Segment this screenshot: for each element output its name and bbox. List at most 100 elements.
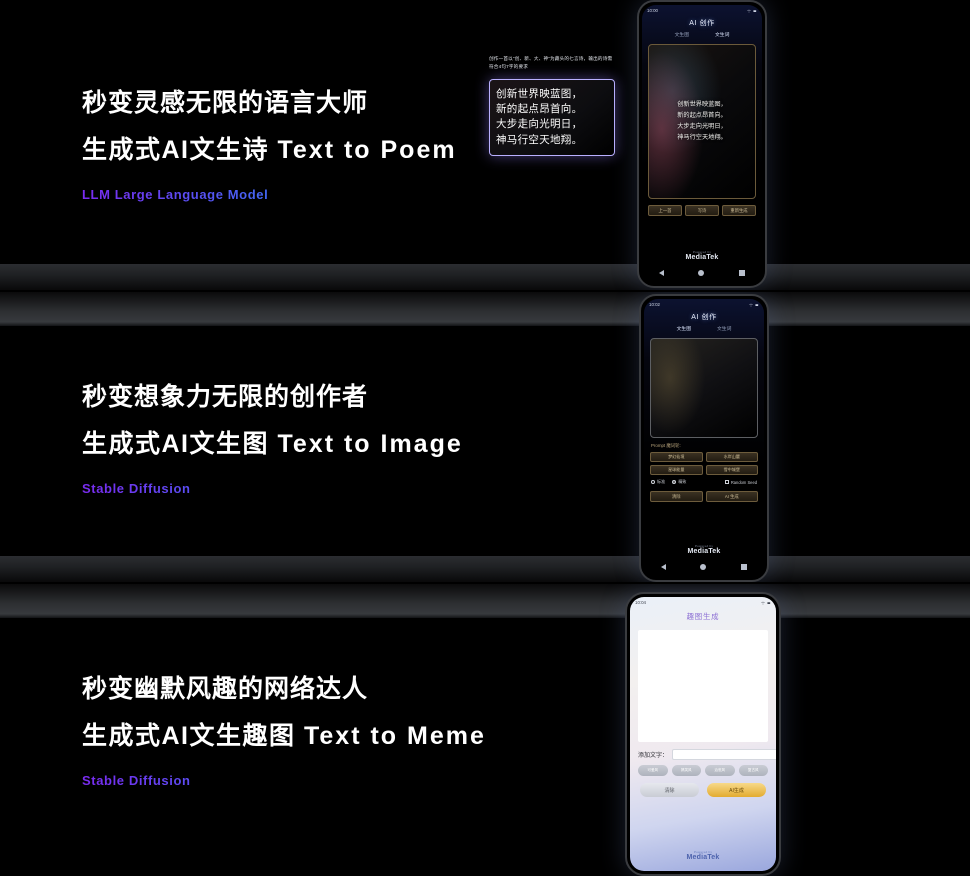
style-chip[interactable]: 治愈风 — [705, 765, 735, 776]
status-icons — [761, 601, 771, 605]
back-icon[interactable] — [661, 564, 667, 570]
status-icons — [749, 303, 759, 307]
model-tag: Stable Diffusion — [82, 773, 486, 788]
status-bar: 10:00 — [642, 5, 762, 16]
phone-screen: 10:00 AI 创作 文生图 文生词 创新世界映蓝图， 新的起点昂首向。 大步… — [642, 5, 762, 283]
tab-text-to-poem[interactable]: 文生词 — [715, 31, 729, 38]
style-chip[interactable]: 复古风 — [738, 765, 768, 776]
poem-result-box: 创新世界映蓝图， 新的起点昂首向。 大步走向光明日， 神马行空天地翔。 — [489, 78, 615, 156]
tab-text-to-poem[interactable]: 文生词 — [717, 325, 731, 332]
home-icon[interactable] — [700, 564, 707, 570]
add-text-input[interactable] — [672, 749, 776, 760]
poem-output: 创新世界映蓝图， 新的起点昂首向。 大步走向光明日， 神马行空天地翔。 — [649, 100, 755, 143]
style-chip[interactable]: 可爱风 — [638, 765, 668, 776]
headline-primary: 秒变灵感无限的语言大师 — [82, 89, 369, 117]
clear-button[interactable]: 清除 — [650, 491, 703, 502]
poem-line: 新的起点昂首向。 — [496, 103, 583, 116]
image-preview-canvas — [650, 338, 758, 438]
random-seed-checkbox[interactable]: Random Seed — [724, 480, 757, 485]
wifi-icon — [761, 601, 765, 604]
phone-screen: 10:02 AI 创作 文生图 文生词 Prompt 魔词轮: 梦幻仙境 水岸山… — [644, 299, 764, 577]
meme-action-row: 清除 AI生成 — [640, 783, 766, 797]
status-icons — [747, 9, 757, 13]
poem-output-line: 新的起点昂首向。 — [677, 111, 727, 119]
prompt-label: Prompt 魔词轮: — [651, 443, 681, 448]
brand-name: MediaTek — [685, 254, 719, 261]
clear-button[interactable]: 清除 — [640, 783, 699, 797]
preset-button[interactable]: 梦幻仙境 — [650, 452, 703, 462]
quality-radio-fine-label: 精致 — [678, 479, 687, 484]
battery-icon — [753, 9, 757, 12]
previous-poem-button[interactable]: 上一首 — [648, 205, 682, 216]
regenerate-button[interactable]: 重新生成 — [722, 205, 756, 216]
image-action-row: 清除 AI 生成 — [650, 491, 758, 502]
wifi-icon — [747, 9, 751, 12]
back-icon[interactable] — [659, 270, 665, 276]
poem-line: 大步走向光明日， — [496, 118, 583, 131]
status-bar: 10:02 — [644, 299, 764, 310]
headline-primary: 秒变想象力无限的创作者 — [82, 383, 369, 411]
add-text-label: 添加文字： — [638, 753, 669, 759]
section-divider-band — [0, 264, 970, 290]
preset-button[interactable]: 水岸山麓 — [705, 452, 758, 462]
battery-icon — [755, 303, 759, 306]
status-time: 10:02 — [649, 302, 660, 307]
write-poem-button[interactable]: 写诗 — [685, 205, 719, 216]
poem-output-line: 创新世界映蓝图， — [677, 101, 727, 109]
status-time: 10:00 — [647, 8, 658, 13]
add-text-row: 添加文字： — [638, 749, 776, 760]
poem-output-line: 大步走向光明日， — [677, 122, 727, 130]
headline-primary: 秒变幽默风趣的网络达人 — [82, 675, 369, 703]
headline-secondary: 生成式AI文生趣图 Text to Meme — [82, 721, 486, 752]
headline-secondary-en: Text to Meme — [303, 722, 486, 751]
quality-radio-fine[interactable]: 精致 — [672, 479, 686, 485]
radio-selected-icon — [672, 479, 677, 484]
meme-preview-canvas — [638, 630, 768, 742]
headline-secondary: 生成式AI文生诗 Text to Poem — [82, 135, 457, 166]
radio-icon — [651, 479, 655, 484]
poem-line: 神马行空天地翔。 — [496, 133, 583, 146]
status-bar: 10:04 — [630, 597, 776, 608]
checkbox-icon — [724, 480, 729, 485]
phone-mockup-meme: 10:04 趣图生成 添加文字： 可爱风 搞笑风 治愈风 复古风 清除 AI生成 — [625, 592, 781, 876]
prompt-callout: 创作一首以“创、新、大、神”为藏头的七言诗，输出的诗需符合4句7字的要求 创新世… — [489, 55, 615, 156]
style-chip[interactable]: 搞笑风 — [671, 765, 701, 776]
home-icon[interactable] — [698, 270, 705, 276]
poem-output-line: 神马行空天地翔。 — [677, 133, 727, 141]
prompt-note: 创作一首以“创、新、大、神”为藏头的七言诗，输出的诗需符合4句7字的要求 — [489, 56, 613, 70]
poem-line: 创新世界映蓝图， — [496, 87, 583, 100]
model-tag: LLM Large Language Model — [82, 187, 457, 202]
headline-secondary-en: Text to Image — [277, 430, 463, 459]
recents-icon[interactable] — [740, 564, 747, 570]
phone-screen: 10:04 趣图生成 添加文字： 可爱风 搞笑风 治愈风 复古风 清除 AI生成 — [630, 597, 776, 871]
brand-block: Powered by MediaTek — [642, 250, 762, 261]
preset-button[interactable]: 星球能量 — [650, 465, 703, 475]
recents-icon[interactable] — [738, 270, 745, 276]
tab-text-to-image[interactable]: 文生图 — [675, 31, 689, 38]
tab-text-to-image[interactable]: 文生图 — [677, 325, 691, 332]
section-divider-band-top — [0, 292, 970, 326]
brand-name: MediaTek — [686, 854, 720, 861]
android-nav-bar — [644, 560, 764, 574]
slide-copy-block: 秒变幽默风趣的网络达人 生成式AI文生趣图 Text to Meme Stabl… — [82, 674, 486, 788]
slide-copy-block: 秒变灵感无限的语言大师 生成式AI文生诗 Text to Poem LLM La… — [82, 88, 457, 202]
poem-action-row: 上一首 写诗 重新生成 — [648, 205, 756, 216]
slide-text-to-image: 秒变想象力无限的创作者 生成式AI文生图 Text to Image Stabl… — [0, 292, 970, 582]
headline-secondary-cn: 生成式AI文生诗 — [82, 136, 270, 165]
headline-secondary-cn: 生成式AI文生图 — [82, 430, 270, 459]
brand-block: Powered by MediaTek — [644, 544, 764, 555]
slide-copy-block: 秒变想象力无限的创作者 生成式AI文生图 Text to Image Stabl… — [82, 382, 463, 496]
section-divider-band-top — [0, 584, 970, 618]
ai-generate-button[interactable]: AI生成 — [707, 783, 766, 797]
preset-button[interactable]: 雪中城堡 — [705, 465, 758, 475]
phone-mockup-poem: 10:00 AI 创作 文生图 文生词 创新世界映蓝图， 新的起点昂首向。 大步… — [637, 0, 767, 288]
app-title: AI 创作 — [691, 314, 717, 321]
battery-icon — [767, 601, 771, 604]
quality-radio-standard-label: 标准 — [657, 479, 666, 484]
model-tag: Stable Diffusion — [82, 481, 463, 496]
poem-canvas: 创新世界映蓝图， 新的起点昂首向。 大步走向光明日， 神马行空天地翔。 — [648, 44, 756, 199]
slide-text-to-meme: 秒变幽默风趣的网络达人 生成式AI文生趣图 Text to Meme Stabl… — [0, 584, 970, 876]
prompt-preset-grid: 梦幻仙境 水岸山麓 星球能量 雪中城堡 — [650, 452, 758, 475]
quality-radio-standard[interactable]: 标准 — [651, 479, 665, 485]
ai-generate-button[interactable]: AI 生成 — [705, 491, 758, 502]
